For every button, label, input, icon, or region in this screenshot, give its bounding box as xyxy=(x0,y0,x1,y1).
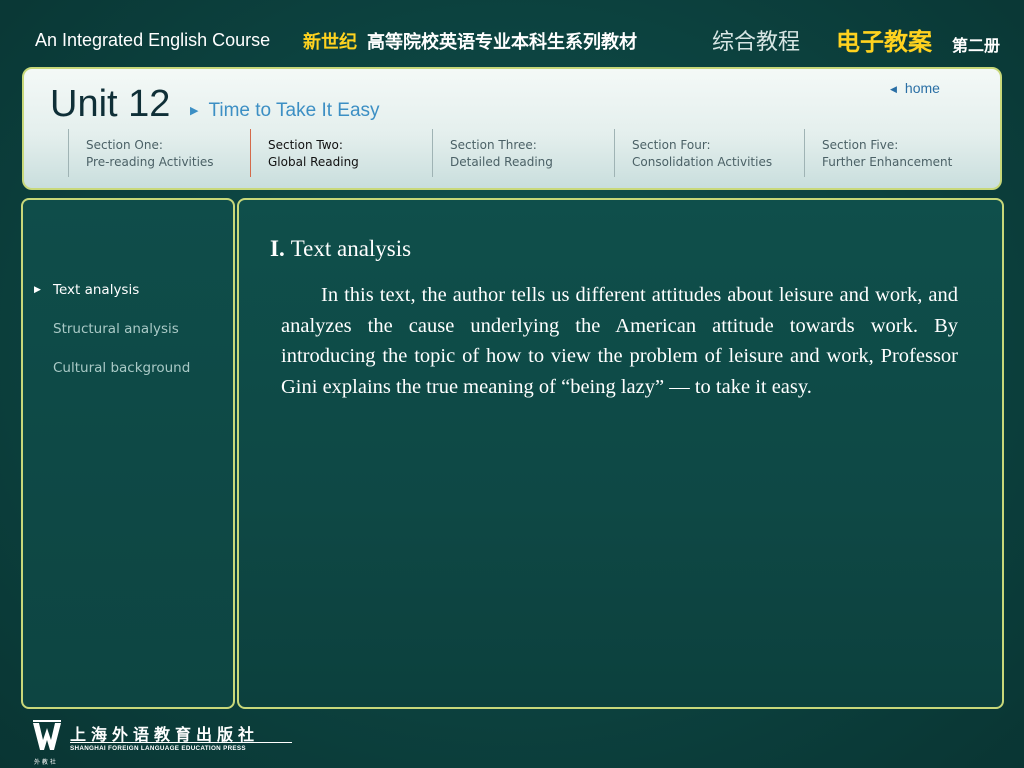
series-title: 高等院校英语专业本科生系列教材 xyxy=(367,32,637,53)
tab-section-three-number: Section Three: xyxy=(450,138,537,152)
home-label: home xyxy=(904,80,940,96)
publisher-logo-small-text: 外 教 社 xyxy=(34,759,56,766)
tab-section-three-title: Detailed Reading xyxy=(450,155,553,169)
tab-section-one-title: Pre-reading Activities xyxy=(86,155,214,169)
page: An Integrated English Course 新世纪 高等院校英语专… xyxy=(0,0,1024,768)
courseware-label: 电子教案 xyxy=(836,28,932,56)
tab-section-five-title: Further Enhancement xyxy=(822,155,953,169)
sidebar-item-cultural-background[interactable]: Cultural background xyxy=(53,360,190,376)
tab-section-two[interactable]: Section Two: Global Reading xyxy=(250,129,432,181)
volume-label: 第二册 xyxy=(952,36,1001,55)
publisher-name-en: SHANGHAI FOREIGN LANGUAGE EDUCATION PRES… xyxy=(70,745,246,752)
publisher-divider xyxy=(70,742,292,743)
tab-section-five-number: Section Five: xyxy=(822,138,899,152)
triangle-right-icon: ▶ xyxy=(190,105,199,117)
content-paragraph: In this text, the author tells us differ… xyxy=(281,284,958,399)
content-panel: I. Text analysis In this text, the author… xyxy=(237,198,1004,709)
series-brand: 新世纪 xyxy=(303,32,357,53)
heading-number: I. xyxy=(270,236,285,261)
tab-section-two-title: Global Reading xyxy=(268,155,359,169)
heading-text: Text analysis xyxy=(290,236,412,261)
unit-title: Unit 12 xyxy=(50,83,171,125)
publisher-logo: 外 教 社 上海外语教育出版社 SHANGHAI FOREIGN LANGUAG… xyxy=(28,718,292,766)
sidebar-item-structural-analysis[interactable]: Structural analysis xyxy=(53,321,179,337)
home-link[interactable]: ◀ home xyxy=(890,80,940,96)
triangle-left-icon: ◀ xyxy=(890,84,897,94)
tab-section-five[interactable]: Section Five: Further Enhancement xyxy=(804,129,994,181)
tab-section-one[interactable]: Section One: Pre-reading Activities xyxy=(68,129,250,181)
tab-section-four-title: Consolidation Activities xyxy=(632,155,773,169)
unit-subtitle: ▶ Time to Take It Easy xyxy=(190,100,380,122)
tab-section-four-number: Section Four: xyxy=(632,138,711,152)
tab-section-two-number: Section Two: xyxy=(268,138,343,152)
book-title: 综合教程 xyxy=(712,30,801,55)
triangle-right-icon: ▶ xyxy=(34,285,41,295)
tab-section-four[interactable]: Section Four: Consolidation Activities xyxy=(614,129,804,181)
unit-subtitle-text: Time to Take It Easy xyxy=(208,100,380,121)
sidebar-nav: ▶ Text analysis Structural analysis Cult… xyxy=(21,198,235,709)
course-title: An Integrated English Course xyxy=(35,30,271,50)
sidebar-item-text-analysis[interactable]: Text analysis xyxy=(53,282,139,298)
content-heading: I. Text analysis xyxy=(270,236,411,262)
tab-section-three[interactable]: Section Three: Detailed Reading xyxy=(432,129,614,181)
publisher-emblem-icon xyxy=(33,720,61,750)
tab-section-one-number: Section One: xyxy=(86,138,163,152)
unit-header-panel: Unit 12 ▶ Time to Take It Easy ◀ home Sect… xyxy=(22,67,1002,190)
